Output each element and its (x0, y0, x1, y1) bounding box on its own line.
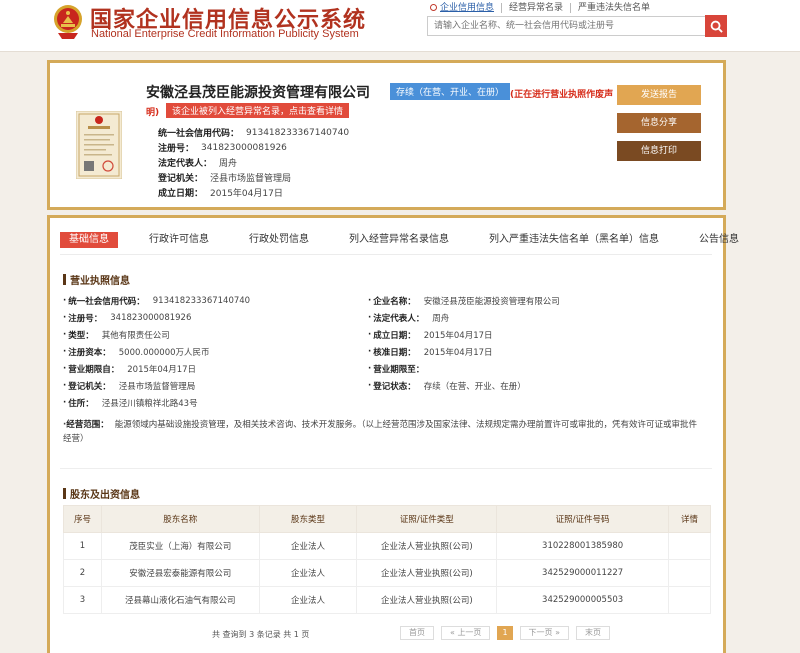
site-header: 国家企业信用信息公示系统 National Enterprise Credit … (0, 0, 800, 52)
col-index: 序号 (63, 505, 102, 533)
field-legal-rep: · 法定代表人： 周舟 (368, 313, 450, 324)
tab-basic-info[interactable]: 基础信息 (60, 232, 118, 248)
summary-reg-number: 注册号： 341823000081926 (158, 142, 287, 155)
table-row: 2 安徽泾县宏泰能源有限公司 企业法人 企业法人营业执照(公司) 3425290… (63, 559, 711, 587)
national-emblem-icon (54, 5, 82, 39)
search-icon (710, 20, 723, 33)
col-shareholder-type: 股东类型 (258, 505, 358, 533)
tab-blacklist[interactable]: 列入严重违法失信名单（黑名单）信息 (480, 232, 668, 248)
col-cert-type: 证照/证件类型 (356, 505, 498, 533)
last-page-button[interactable]: 末页 (575, 626, 610, 640)
tab-announcements[interactable]: 公告信息 (690, 232, 748, 248)
search-input[interactable] (427, 16, 709, 36)
field-reg-capital: · 注册资本： 5000.000000万人民币 (63, 347, 210, 358)
field-term-to: · 营业期限至： (368, 364, 425, 375)
field-approved: · 核准日期： 2015年04月17日 (368, 347, 493, 358)
license-section-title: 营业执照信息 (63, 272, 130, 287)
summary-legal-rep: 法定代表人： 周舟 (158, 159, 238, 169)
table-row: 3 泾县幕山液化石油气有限公司 企业法人 企业法人营业执照(公司) 342529… (63, 586, 711, 614)
pagination: 首页 « 上一页 1 下一页 » 末页 (400, 626, 610, 640)
next-page-button[interactable]: 下一页 » (519, 626, 569, 640)
field-address: · 住所： 泾县泾川镇粮祥北路43号 (63, 398, 198, 409)
field-term-from: · 营业期限自： 2015年04月17日 (63, 364, 197, 375)
page-1-button[interactable]: 1 (497, 626, 513, 640)
search-tabs: 企业信用信息 经营异常名录 严重违法失信名单 (428, 3, 657, 13)
print-info-button[interactable]: 信息打印 (617, 141, 701, 161)
first-page-button[interactable]: 首页 (400, 626, 434, 640)
field-business-scope: ·经营范围： 能源领域内基础设施投资管理，及相关技术咨询、技术开发服务。（以上经营… (63, 420, 698, 444)
site-subtitle: National Enterprise Credit Information P… (91, 28, 359, 40)
field-company-type: · 类型： 其他有限责任公司 (63, 330, 170, 341)
business-license-image[interactable] (76, 111, 122, 179)
col-cert-number: 证照/证件号码 (496, 505, 670, 533)
status-badge: 存续（在营、开业、在册） (390, 83, 511, 100)
license-cancel-notice: (正在进行营业执照作废声 (510, 90, 614, 100)
detail-tabs: 基础信息 行政许可信息 行政处罚信息 列入经营异常名录信息 列入严重违法失信名单… (60, 230, 739, 250)
prev-page-button[interactable]: « 上一页 (441, 626, 491, 640)
detail-panel: 基础信息 行政许可信息 行政处罚信息 列入经营异常名录信息 列入严重违法失信名单… (47, 215, 739, 653)
field-reg-number: · 注册号： 341823000081926 (63, 313, 192, 324)
tab-admin-license[interactable]: 行政许可信息 (140, 232, 218, 248)
field-credit-code: · 统一社会信用代码： 913418233367140740 (63, 296, 251, 307)
col-details: 详情 (668, 505, 711, 533)
table-header-row: 序号 股东名称 股东类型 证照/证件类型 证照/证件号码 详情 (63, 505, 711, 533)
table-row: 1 茂臣实业（上海）有限公司 企业法人 企业法人营业执照(公司) 3102280… (63, 532, 711, 560)
col-shareholder-name: 股东名称 (100, 505, 260, 533)
send-report-button[interactable]: 发送报告 (617, 85, 701, 105)
abnormal-list-link[interactable]: 该企业被列入经营异常名录，点击查看详情 (166, 103, 350, 118)
search-tab-credit[interactable]: 企业信用信息 (428, 3, 501, 13)
field-company-name: · 企业名称： 安徽泾县茂臣能源投资管理有限公司 (368, 296, 560, 307)
search-tab-blacklist[interactable]: 严重违法失信名单 (570, 3, 657, 13)
summary-credit-code: 统一社会信用代码： 913418233367140740 (158, 127, 350, 140)
summary-established: 成立日期： 2015年04月17日 (158, 189, 283, 199)
share-info-button[interactable]: 信息分享 (617, 113, 701, 133)
field-reg-status: · 登记状态： 存续（在营、开业、在册） (368, 381, 526, 392)
field-reg-authority: · 登记机关： 泾县市场监督管理局 (63, 381, 196, 392)
tab-admin-penalty[interactable]: 行政处罚信息 (240, 232, 318, 248)
license-cancel-notice-tail: 明) (146, 108, 160, 118)
shareholder-section-title: 股东及出资信息 (63, 486, 140, 501)
summary-authority: 登记机关： 泾县市场监督管理局 (158, 174, 292, 184)
search-button[interactable] (705, 15, 727, 37)
company-name: 安徽泾县茂臣能源投资管理有限公司 (146, 85, 370, 101)
field-established: · 成立日期： 2015年04月17日 (368, 330, 493, 341)
company-card: 安徽泾县茂臣能源投资管理有限公司 存续（在营、开业、在册） (正在进行营业执照作… (47, 60, 726, 210)
company-summary: 统一社会信用代码： 913418233367140740 注册号： 34182300… (158, 125, 349, 200)
pager-info: 共 查询到 3 条记录 共 1 页 (212, 630, 310, 639)
shareholder-table: 序号 股东名称 股东类型 证照/证件类型 证照/证件号码 详情 1 茂臣实业（上… (63, 505, 711, 614)
target-icon (430, 4, 437, 11)
search-tab-abnormal[interactable]: 经营异常名录 (501, 3, 570, 13)
tab-abnormal-list[interactable]: 列入经营异常名录信息 (340, 232, 458, 248)
